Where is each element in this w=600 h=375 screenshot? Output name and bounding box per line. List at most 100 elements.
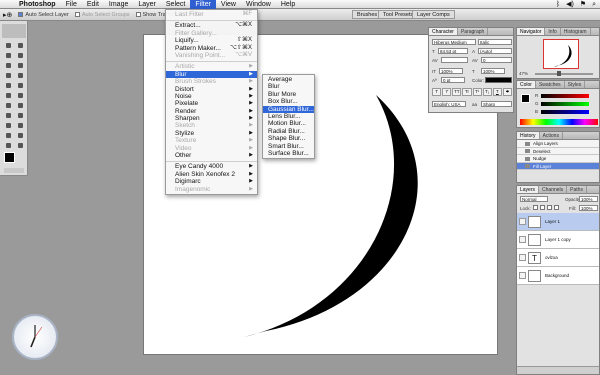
tab-layers[interactable]: Layers (517, 186, 540, 193)
language-select[interactable]: English: USA (432, 101, 466, 107)
slice-tool-icon[interactable] (15, 61, 26, 70)
auto-select-groups-checkbox[interactable]: Auto Select Groups (74, 12, 130, 18)
visibility-eye-icon[interactable] (519, 254, 526, 261)
healing-brush-tool-icon[interactable] (3, 71, 14, 80)
zoom-slider-thumb[interactable] (557, 71, 561, 76)
red-slider[interactable] (541, 94, 589, 98)
menu-image[interactable]: Image (104, 0, 133, 9)
blur-menu-item-radial-blur[interactable]: Radial Blur... (263, 128, 314, 135)
blur-menu-item-blur-more[interactable]: Blur More (263, 91, 314, 98)
marquee-tool-icon[interactable] (3, 41, 14, 50)
filter-menu-item-pattern-maker[interactable]: Pattern Maker... ⌥⇧⌘X (166, 45, 257, 52)
filter-menu-item-sharpen[interactable]: Sharpen ▶ (166, 115, 257, 122)
pen-tool-icon[interactable] (3, 121, 14, 130)
blur-menu-item-surface-blur[interactable]: Surface Blur... (263, 150, 314, 157)
tab-paragraph[interactable]: Paragraph (458, 28, 489, 35)
blur-menu-item-box-blur[interactable]: Box Blur... (263, 98, 314, 105)
filter-menu-item-eye-candy-4000[interactable]: Eye Candy 4000 ▶ (166, 163, 257, 170)
menu-select[interactable]: Select (161, 0, 190, 9)
font-style-select[interactable]: Italic (478, 39, 512, 45)
history-item-deselect[interactable]: Deselect (517, 148, 599, 155)
tab-color[interactable]: Color (517, 81, 536, 88)
filter-menu-item-blur[interactable]: Blur ▶ (166, 70, 257, 79)
layer-row-layer-1[interactable]: Layer 1 (517, 213, 599, 231)
auto-select-layer-checkbox[interactable]: Auto Select Layer (18, 12, 69, 18)
filter-menu-item-pixelate[interactable]: Pixelate ▶ (166, 100, 257, 107)
dodge-tool-icon[interactable] (15, 101, 26, 110)
menu-filter[interactable]: Filter (190, 0, 216, 9)
crop-tool-icon[interactable] (3, 61, 14, 70)
blur-menu-item-motion-blur[interactable]: Motion Blur... (263, 120, 314, 127)
lock-position-icon[interactable] (547, 205, 552, 210)
blur-menu-item-smart-blur[interactable]: Smart Blur... (263, 143, 314, 150)
move-tool-icon[interactable]: ▸⊕ (3, 11, 12, 19)
blur-menu-item-lens-blur[interactable]: Lens Blur... (263, 113, 314, 120)
leading-field[interactable]: (Auto) (478, 48, 512, 54)
green-slider[interactable] (541, 102, 589, 106)
lasso-tool-icon[interactable] (3, 51, 14, 60)
visibility-eye-icon[interactable] (519, 236, 526, 243)
menu-help[interactable]: Help (276, 0, 300, 9)
filter-menu-item-other[interactable]: Other ▶ (166, 152, 257, 159)
menu-window[interactable]: Window (241, 0, 276, 9)
foreground-color-swatch[interactable] (4, 152, 15, 163)
underline-button[interactable]: T (492, 88, 502, 96)
menu-file[interactable]: File (61, 0, 82, 9)
clock-widget[interactable] (12, 314, 58, 360)
flag-icon[interactable]: ⚑ (580, 0, 586, 9)
zoom-level[interactable]: 47% (519, 71, 528, 76)
filter-menu-item-render[interactable]: Render ▶ (166, 108, 257, 115)
blur-menu-item-gaussian-blur[interactable]: Gaussian Blur... (263, 105, 314, 113)
lock-transparency-icon[interactable] (533, 205, 538, 210)
tracking-field[interactable]: 0 (481, 57, 512, 63)
layer-row-ovlzxa[interactable]: Tovlzxa (517, 249, 599, 267)
fill-field[interactable]: 100% (579, 205, 598, 211)
visibility-eye-icon[interactable] (519, 218, 526, 225)
small-caps-button[interactable]: Tr (462, 88, 472, 96)
gradient-tool-icon[interactable] (15, 91, 26, 100)
volume-icon[interactable]: ◀) (566, 0, 574, 9)
layer-row-layer-1-copy[interactable]: Layer 1 copy (517, 231, 599, 249)
lock-pixels-icon[interactable] (540, 205, 545, 210)
fg-color-swatch[interactable] (521, 94, 530, 103)
zoom-slider[interactable] (535, 73, 593, 75)
blur-menu-item-blur[interactable]: Blur (263, 83, 314, 90)
tab-histogram[interactable]: Histogram (561, 28, 591, 35)
navigator-thumbnail[interactable] (543, 39, 579, 69)
notes-tool-icon[interactable] (3, 131, 14, 140)
tab-actions[interactable]: Actions (540, 132, 563, 139)
tab-swatches[interactable]: Swatches (536, 81, 565, 88)
tab-info[interactable]: Info (545, 28, 561, 35)
visibility-eye-icon[interactable] (519, 272, 526, 279)
eyedropper-tool-icon[interactable] (15, 131, 26, 140)
all-caps-button[interactable]: TT (452, 88, 462, 96)
tab-history[interactable]: History (517, 132, 540, 139)
tab-navigator[interactable]: Navigator (517, 28, 546, 35)
tab-layer-comps[interactable]: Layer Comps (412, 10, 455, 19)
menu-edit[interactable]: Edit (82, 0, 104, 9)
bluetooth-icon[interactable]: ᛒ (556, 0, 560, 9)
menu-view[interactable]: View (216, 0, 241, 9)
magic-wand-tool-icon[interactable] (15, 51, 26, 60)
text-color-swatch[interactable] (485, 77, 512, 83)
faux-italic-button[interactable]: T (442, 88, 452, 96)
filter-menu-item-liquify[interactable]: Liquify... ⇧⌘X (166, 37, 257, 44)
blur-menu-item-average[interactable]: Average (263, 76, 314, 83)
eraser-tool-icon[interactable] (3, 91, 14, 100)
filter-menu-item-stylize[interactable]: Stylize ▶ (166, 130, 257, 137)
screen-mode-icon[interactable] (4, 168, 24, 173)
antialias-select[interactable]: Sharp (481, 101, 512, 107)
shape-tool-icon[interactable] (15, 121, 26, 130)
filter-menu-item-distort[interactable]: Distort ▶ (166, 86, 257, 93)
lock-all-icon[interactable] (554, 205, 559, 210)
faux-bold-button[interactable]: T (432, 88, 442, 96)
superscript-button[interactable]: T¹ (472, 88, 482, 96)
vertical-scale-field[interactable]: 100% (439, 68, 463, 74)
font-family-select[interactable]: Hiberus Medium (432, 39, 476, 45)
filter-menu-item-digimarc[interactable]: Digimarc ▶ (166, 178, 257, 185)
blur-tool-icon[interactable] (3, 101, 14, 110)
history-item-fill-layer[interactable]: Fill Layer (517, 162, 599, 170)
blue-slider[interactable] (541, 110, 589, 114)
layer-row-background[interactable]: Background (517, 267, 599, 285)
strikethrough-button[interactable]: T (502, 88, 512, 96)
